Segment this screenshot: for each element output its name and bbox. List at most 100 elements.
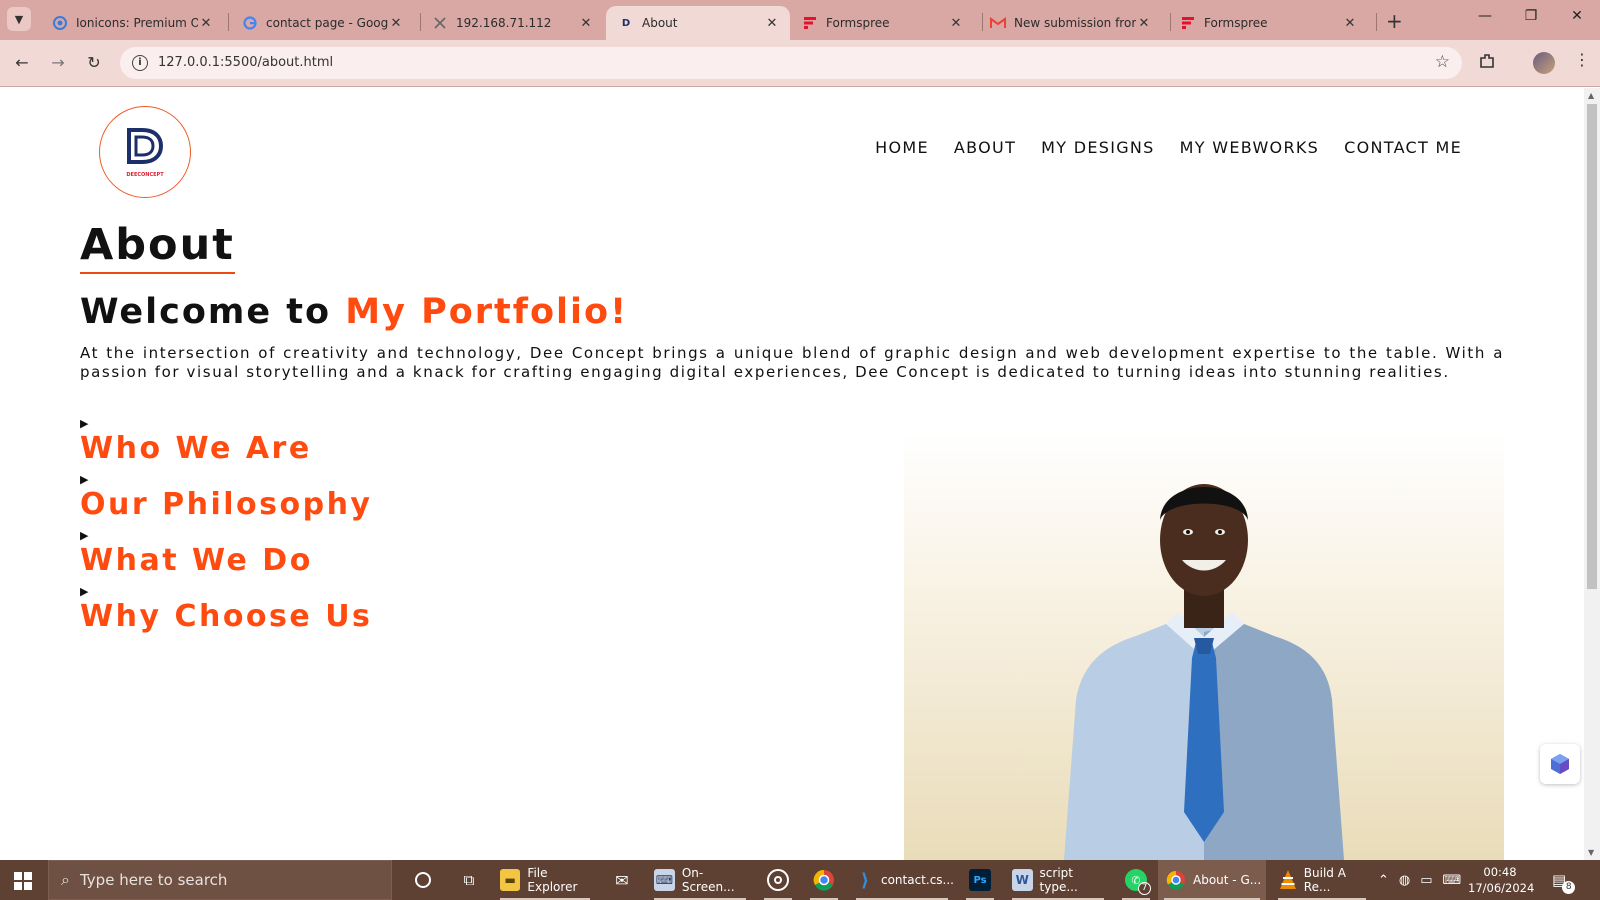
tab-title: About — [642, 16, 678, 30]
reload-icon[interactable]: ↻ — [84, 53, 104, 72]
section-summary[interactable]: Who We Are — [80, 430, 312, 468]
restore-icon[interactable]: ❐ — [1516, 8, 1546, 24]
taskbar-vscode[interactable]: ⟩ contact.cs... — [850, 860, 954, 900]
close-tab-icon[interactable]: ✕ — [764, 16, 780, 31]
browser-tab-strip: ▼ Ionicons: Premium Op ✕ contact page - … — [0, 0, 1600, 40]
taskbar-label: File Explorer — [527, 866, 578, 894]
scroll-thumb[interactable] — [1587, 104, 1597, 589]
taskbar-chrome-about[interactable]: About - G... — [1158, 860, 1266, 900]
whatsapp-badge: 7 — [1138, 882, 1151, 895]
taskbar-obs[interactable] — [758, 860, 798, 900]
floating-extension-widget[interactable] — [1540, 744, 1580, 784]
site-logo[interactable]: DEECONCEPT — [99, 106, 191, 198]
extensions-icon[interactable] — [1478, 52, 1496, 74]
browser-tab-local-ip[interactable]: 192.168.71.112 ✕ — [420, 6, 604, 40]
taskbar-search-box[interactable]: ⌕ Type here to search — [48, 860, 392, 900]
details-our-philosophy[interactable]: ▶ Our Philosophy — [80, 474, 372, 524]
details-why-choose-us[interactable]: ▶ Why Choose Us — [80, 586, 372, 636]
notification-center[interactable]: ▤ 8 — [1552, 860, 1576, 900]
details-what-we-do[interactable]: ▶ What We Do — [80, 530, 313, 580]
bookmark-star-icon[interactable]: ☆ — [1435, 52, 1450, 72]
close-tab-icon[interactable]: ✕ — [948, 16, 964, 31]
taskbar-file-explorer[interactable]: ▬ File Explorer — [494, 860, 596, 900]
taskbar-mail[interactable]: ✉ — [602, 860, 642, 900]
google-icon — [242, 15, 258, 31]
globe-icon[interactable]: ◍ — [1399, 873, 1410, 888]
back-icon[interactable]: ← — [12, 53, 32, 72]
welcome-heading: Welcome to My Portfolio! — [80, 292, 628, 332]
keyboard-icon[interactable]: ⌨ — [1443, 873, 1462, 888]
taskbar-label: contact.cs... — [880, 873, 954, 887]
browser-tab-formspree[interactable]: Formspree ✕ — [790, 6, 974, 40]
scroll-up-icon[interactable]: ▲ — [1588, 91, 1594, 100]
nav-my-designs[interactable]: MY DESIGNS — [1041, 138, 1155, 157]
disclosure-triangle-icon[interactable]: ▶ — [80, 474, 372, 486]
main-nav: HOME ABOUT MY DESIGNS MY WEBWORKS CONTAC… — [875, 138, 1462, 157]
tab-title: 192.168.71.112 — [456, 16, 552, 30]
section-summary[interactable]: What We Do — [80, 542, 313, 580]
portrait-photo — [904, 432, 1504, 860]
taskbar-chrome[interactable] — [804, 860, 844, 900]
windows-start-icon[interactable] — [14, 872, 32, 894]
more-menu-icon[interactable]: ⋮ — [1574, 50, 1590, 69]
nav-about[interactable]: ABOUT — [954, 138, 1016, 157]
browser-tab-formspree-2[interactable]: Formspree ✕ — [1168, 6, 1368, 40]
forward-icon[interactable]: → — [48, 53, 68, 72]
browser-tab-gmail[interactable]: New submission from ✕ — [978, 6, 1162, 40]
cortana-icon — [415, 872, 431, 888]
details-who-we-are[interactable]: ▶ Who We Are — [80, 418, 312, 468]
minimize-icon[interactable]: — — [1470, 8, 1500, 24]
welcome-prefix: Welcome to — [80, 292, 346, 332]
disclosure-triangle-icon[interactable]: ▶ — [80, 586, 372, 598]
browser-tab-ionicons[interactable]: Ionicons: Premium Op ✕ — [40, 6, 224, 40]
tray-expand-icon[interactable]: ⌃ — [1378, 873, 1389, 888]
site-info-icon[interactable]: i — [132, 55, 148, 71]
profile-avatar-icon[interactable] — [1533, 52, 1555, 74]
taskbar-word[interactable]: W script type... — [1006, 860, 1110, 900]
taskbar-whatsapp[interactable]: ✆ 7 — [1116, 860, 1156, 900]
clock-time: 00:48 — [1483, 865, 1517, 879]
obs-icon — [767, 869, 789, 891]
page-scrollbar[interactable]: ▲ ▼ — [1584, 88, 1600, 860]
disclosure-triangle-icon[interactable]: ▶ — [80, 530, 313, 542]
new-tab-icon[interactable]: + — [1386, 9, 1403, 33]
taskbar-search-placeholder[interactable]: Type here to search — [80, 871, 227, 889]
close-tab-icon[interactable]: ✕ — [578, 16, 594, 31]
scroll-down-icon[interactable]: ▼ — [1588, 848, 1594, 857]
close-tab-icon[interactable]: ✕ — [388, 16, 404, 31]
page-title: About — [80, 220, 235, 274]
gmail-icon — [990, 15, 1006, 31]
disclosure-triangle-icon[interactable]: ▶ — [80, 418, 312, 430]
tab-title: contact page - Google — [266, 16, 388, 30]
battery-icon[interactable]: ▭ — [1420, 873, 1432, 888]
close-window-icon[interactable]: ✕ — [1562, 8, 1592, 24]
taskbar-label: script type... — [1039, 866, 1078, 894]
task-view-button[interactable]: ⧉ — [450, 860, 488, 900]
close-tab-icon[interactable]: ✕ — [198, 16, 214, 31]
folder-icon: ▬ — [500, 869, 521, 891]
browser-toolbar: ← → ↻ i 127.0.0.1:5500/about.html ☆ — [0, 40, 1600, 87]
taskbar-label: On-Screen... — [681, 866, 735, 894]
taskbar-on-screen-keyboard[interactable]: ⌨ On-Screen... — [648, 860, 752, 900]
browser-tab-google-search[interactable]: contact page - Google ✕ — [230, 6, 414, 40]
address-url[interactable]: 127.0.0.1:5500/about.html — [158, 55, 333, 70]
system-tray: ⌃ ◍ ▭ ⌨ — [1378, 860, 1461, 900]
taskbar-label: About - G... — [1193, 873, 1262, 887]
taskbar-photoshop[interactable]: Ps — [960, 860, 1000, 900]
section-summary[interactable]: Why Choose Us — [80, 598, 372, 636]
search-icon: ⌕ — [61, 870, 70, 889]
mail-icon: ✉ — [615, 870, 629, 890]
close-tab-icon[interactable]: ✕ — [1342, 16, 1358, 31]
nav-contact-me[interactable]: CONTACT ME — [1344, 138, 1462, 157]
taskbar-clock[interactable]: 00:48 17/06/2024 — [1468, 864, 1534, 896]
browser-tab-about[interactable]: D About ✕ — [606, 6, 790, 40]
section-summary[interactable]: Our Philosophy — [80, 486, 372, 524]
tab-search-dropdown-icon[interactable]: ▼ — [7, 7, 31, 31]
chrome-icon — [813, 869, 834, 891]
close-tab-icon[interactable]: ✕ — [1136, 16, 1152, 31]
address-bar[interactable]: i 127.0.0.1:5500/about.html ☆ — [120, 47, 1462, 79]
taskbar-vlc[interactable]: Build A Re... — [1272, 860, 1372, 900]
nav-my-webworks[interactable]: MY WEBWORKS — [1180, 138, 1319, 157]
nav-home[interactable]: HOME — [875, 138, 929, 157]
cortana-button[interactable] — [404, 860, 442, 900]
